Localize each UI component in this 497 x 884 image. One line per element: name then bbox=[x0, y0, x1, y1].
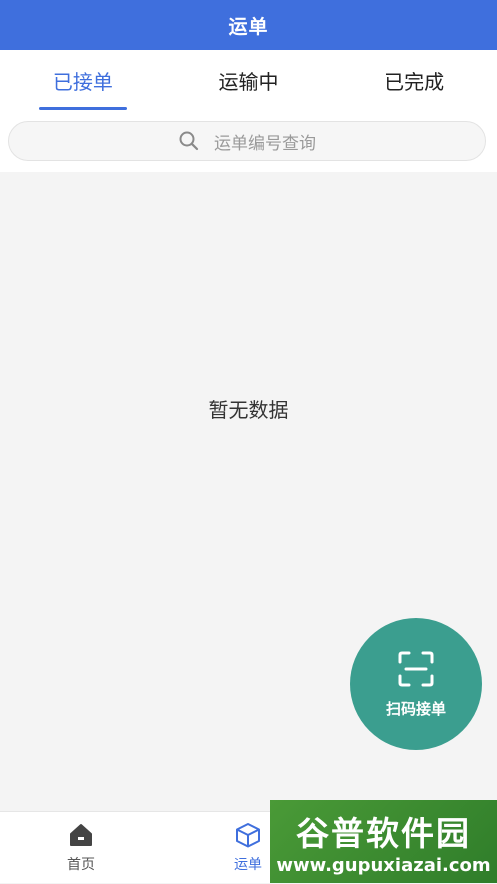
tab-accepted[interactable]: 已接单 bbox=[0, 50, 166, 110]
search-area: 运单编号查询 bbox=[0, 110, 497, 172]
nav-label-home: 首页 bbox=[67, 857, 95, 873]
empty-state-text: 暂无数据 bbox=[208, 398, 289, 422]
search-placeholder: 运单编号查询 bbox=[214, 133, 316, 154]
watermark-url: www.gupuxiazai.com bbox=[276, 855, 491, 876]
tab-label: 已完成 bbox=[384, 69, 445, 94]
tab-completed[interactable]: 已完成 bbox=[331, 50, 497, 110]
tab-bar: 已接单 运输中 已完成 bbox=[0, 50, 497, 110]
search-icon bbox=[178, 130, 200, 152]
tab-label: 运输中 bbox=[218, 69, 279, 94]
box-icon bbox=[235, 822, 261, 848]
tab-label: 已接单 bbox=[52, 69, 113, 94]
search-input[interactable]: 运单编号查询 bbox=[8, 121, 486, 161]
scan-icon bbox=[397, 650, 435, 688]
scan-accept-label: 扫码接单 bbox=[385, 699, 446, 718]
nav-item-home[interactable]: 首页 bbox=[21, 812, 141, 884]
watermark-logo: 谷普软件园 www.gupuxiazai.com bbox=[270, 800, 497, 883]
nav-label-waybill: 运单 bbox=[234, 857, 262, 873]
page-title: 运单 bbox=[228, 15, 269, 38]
app-header: 运单 bbox=[0, 0, 497, 50]
scan-accept-button[interactable]: 扫码接单 bbox=[350, 618, 482, 750]
tab-in-transit[interactable]: 运输中 bbox=[166, 50, 332, 110]
home-icon bbox=[68, 822, 94, 848]
watermark-title: 谷普软件园 bbox=[296, 814, 471, 853]
